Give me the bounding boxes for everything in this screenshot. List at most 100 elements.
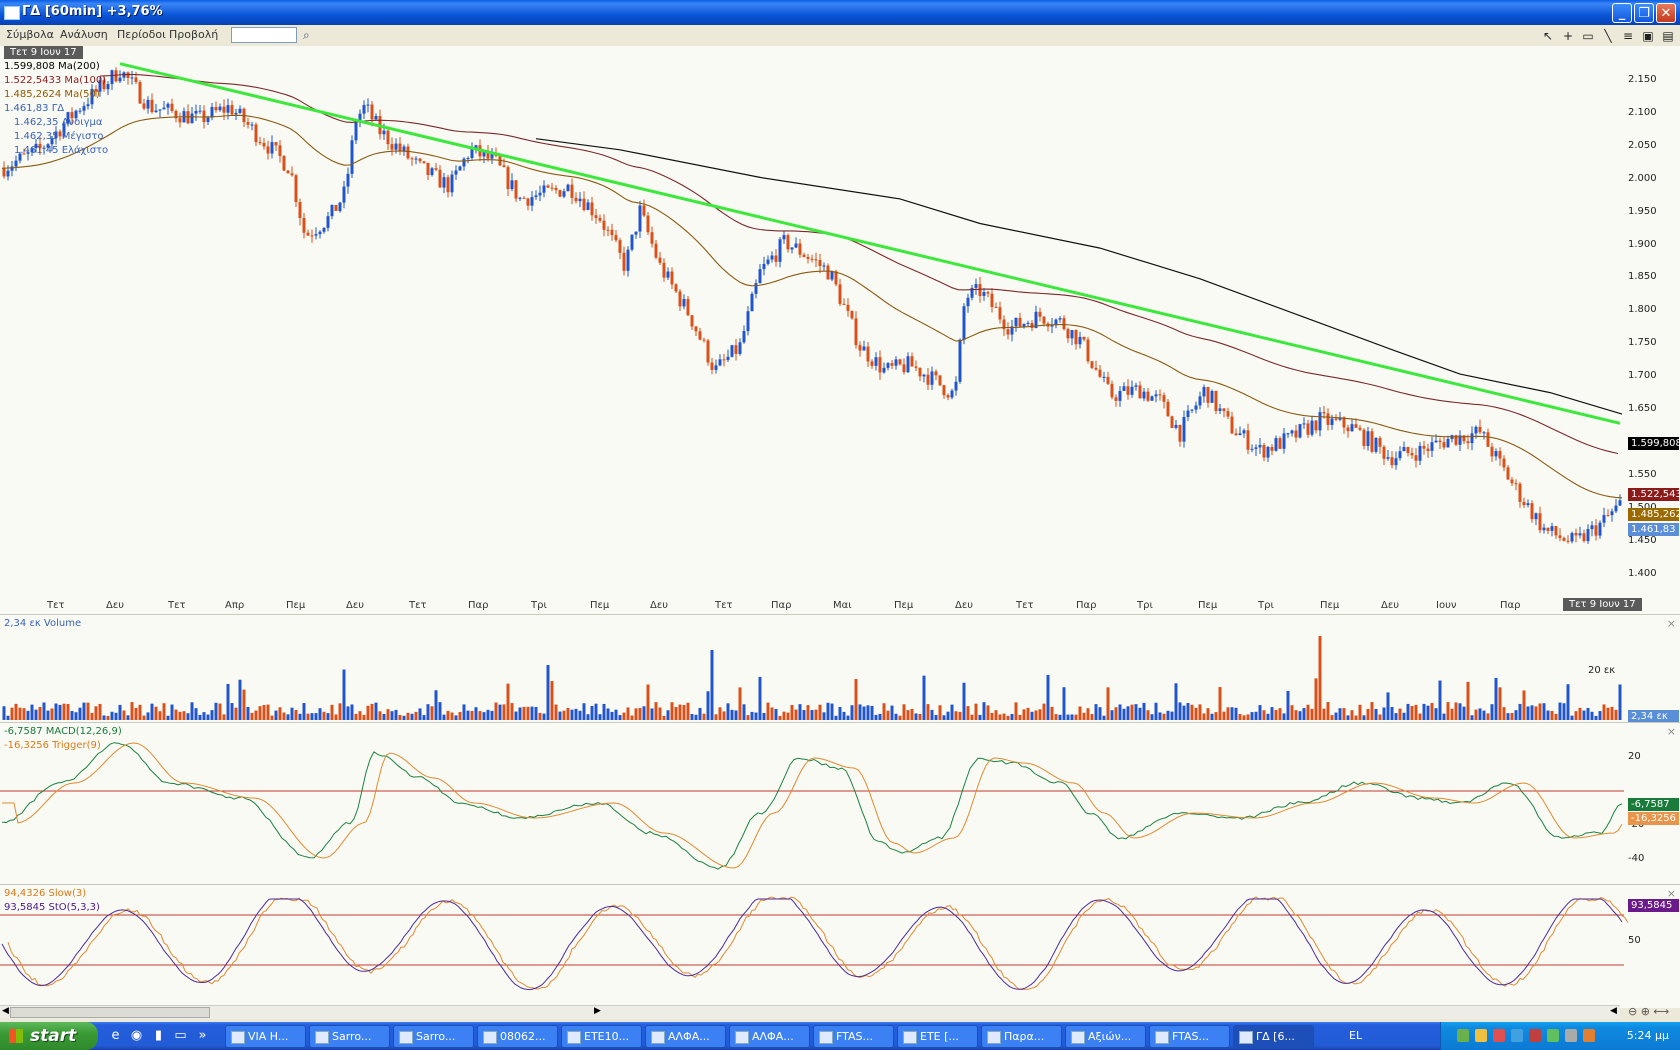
ie-icon[interactable]: e [107, 1027, 124, 1044]
search-icon[interactable]: ⌕ [303, 27, 319, 43]
tray-icon-5[interactable] [1529, 1029, 1541, 1042]
horizontal-scrollbar[interactable]: ◀ ▶ ◀ [0, 1005, 1620, 1019]
volume-bar [1174, 683, 1178, 720]
taskbar-item[interactable]: 08062... [477, 1025, 558, 1048]
candle-body [594, 215, 598, 218]
candle-body [1550, 526, 1554, 531]
menu-symbols[interactable]: Σύμβολα [6, 28, 54, 41]
volume-bar [1074, 714, 1078, 720]
volume-bar [786, 712, 790, 720]
zoom-controls[interactable]: ⊖ ⊕ ⟷ [1628, 1005, 1669, 1018]
show-desktop-icon[interactable]: ▭ [172, 1027, 189, 1044]
taskbar-item[interactable]: Sarro... [309, 1025, 390, 1048]
taskbar-item[interactable]: Παρα... [981, 1025, 1062, 1048]
volume-bar [318, 708, 322, 720]
minimize-button[interactable]: _ [1612, 3, 1632, 23]
candle-body [214, 106, 218, 111]
menu-analysis[interactable]: Ανάλυση [60, 28, 108, 41]
scroll-left-icon[interactable]: ◀ [2, 1006, 9, 1016]
line-tool-icon[interactable]: ╲ [1600, 28, 1616, 44]
taskbar-item[interactable]: VIA H... [225, 1025, 306, 1048]
scrollbar-thumb[interactable] [10, 1007, 210, 1018]
volume-bar [710, 650, 714, 720]
candle-body [1362, 429, 1366, 446]
candle-body [870, 361, 874, 366]
volume-bar [1310, 708, 1314, 720]
volume-bar [1462, 706, 1466, 720]
candle-body [754, 283, 758, 294]
taskbar-item[interactable]: Αξιών... [1065, 1025, 1146, 1048]
tray-icon-6[interactable] [1547, 1029, 1559, 1042]
pointer-tool-icon[interactable]: ↖ [1540, 28, 1556, 44]
candle-body [510, 180, 514, 190]
scroll-right-icon[interactable]: ▶ [594, 1006, 601, 1016]
volume-bar [634, 708, 638, 720]
candle-body [438, 169, 442, 188]
volume-bar [682, 705, 686, 720]
menu-periods[interactable]: Περίοδοι [117, 28, 166, 41]
volume-bar [1466, 681, 1470, 720]
taskbar-item[interactable]: ΑΛΦΑ... [645, 1025, 726, 1048]
menu-view[interactable]: Προβολή [169, 28, 218, 41]
volume-bar [1274, 709, 1278, 720]
taskbar-item[interactable]: Sarro... [393, 1025, 474, 1048]
hline-tool-icon[interactable]: ≡ [1620, 28, 1636, 44]
taskbar-item[interactable]: FTAS... [813, 1025, 894, 1048]
volume-bar [1598, 711, 1602, 720]
browser-icon[interactable]: ◉ [128, 1027, 145, 1044]
candle-body [1262, 445, 1266, 458]
candle-body [1266, 446, 1270, 458]
volume-bar [626, 707, 630, 720]
tray-icon-3[interactable] [1493, 1029, 1505, 1042]
crosshair-tool-icon[interactable]: + [1560, 28, 1576, 44]
candle-body [1386, 457, 1390, 459]
scroll-end-icon[interactable]: ◀ [1610, 1006, 1617, 1016]
taskbar-item[interactable]: FTAS... [1149, 1025, 1230, 1048]
start-button[interactable]: start [0, 1022, 98, 1050]
volume-bar [690, 714, 694, 720]
volume-bar [50, 708, 54, 720]
candle-body [442, 177, 446, 188]
y-tick-label: 1.850 [1628, 271, 1657, 283]
candle-body [1214, 390, 1218, 411]
restore-button[interactable]: ❐ [1634, 3, 1654, 23]
close-button[interactable]: ✕ [1656, 3, 1676, 23]
window-icon [735, 1031, 749, 1044]
macd-close-icon[interactable]: × [1667, 725, 1676, 738]
candle-body [1298, 424, 1302, 438]
volume-bar [1070, 714, 1074, 720]
taskbar-item[interactable]: ΑΛΦΑ... [729, 1025, 810, 1048]
tray-icon-1[interactable] [1457, 1029, 1469, 1042]
rectangle-tool-icon[interactable]: ▭ [1580, 28, 1596, 44]
tray-icon-8[interactable] [1583, 1029, 1595, 1042]
tray-icon-7[interactable] [1565, 1029, 1577, 1042]
stochastic-panel: 94,4326 Slow(3) 93,5845 StO(5,3,3) 50 93… [0, 884, 1680, 1002]
volume-close-icon[interactable]: × [1667, 617, 1676, 630]
candle-body [514, 180, 518, 199]
date-badge-bottom: Τετ 9 Ιουν 17 [1563, 598, 1642, 611]
volume-bar [134, 707, 138, 720]
candle-body [1226, 411, 1230, 417]
tray-icon-4[interactable] [1511, 1029, 1523, 1042]
volume-bar [1022, 709, 1026, 720]
taskbar-item[interactable]: ETE10... [561, 1025, 642, 1048]
taskbar-item[interactable]: ETE [... [897, 1025, 978, 1048]
candle-body [914, 366, 918, 368]
tray-icon-2[interactable] [1475, 1029, 1487, 1042]
window-icon [1239, 1031, 1253, 1044]
taskbar-item[interactable]: ΓΔ [6... [1233, 1025, 1314, 1048]
screen-tool-icon[interactable]: ▣ [1640, 28, 1656, 44]
candle-body [2, 168, 6, 177]
quicklaunch-app-icon[interactable]: ▮ [150, 1027, 167, 1044]
save-tool-icon[interactable]: ▤ [1660, 28, 1676, 44]
volume-bar [198, 714, 202, 720]
language-indicator[interactable]: EL [1349, 1029, 1362, 1042]
candle-body [1086, 339, 1090, 362]
more-icon[interactable]: » [194, 1027, 211, 1044]
volume-bar [1026, 707, 1030, 720]
candle-body [1166, 401, 1170, 417]
stoch-close-icon[interactable]: × [1667, 887, 1676, 900]
volume-bar [10, 707, 14, 720]
volume-bar [1530, 705, 1534, 720]
symbol-input[interactable] [231, 27, 297, 43]
